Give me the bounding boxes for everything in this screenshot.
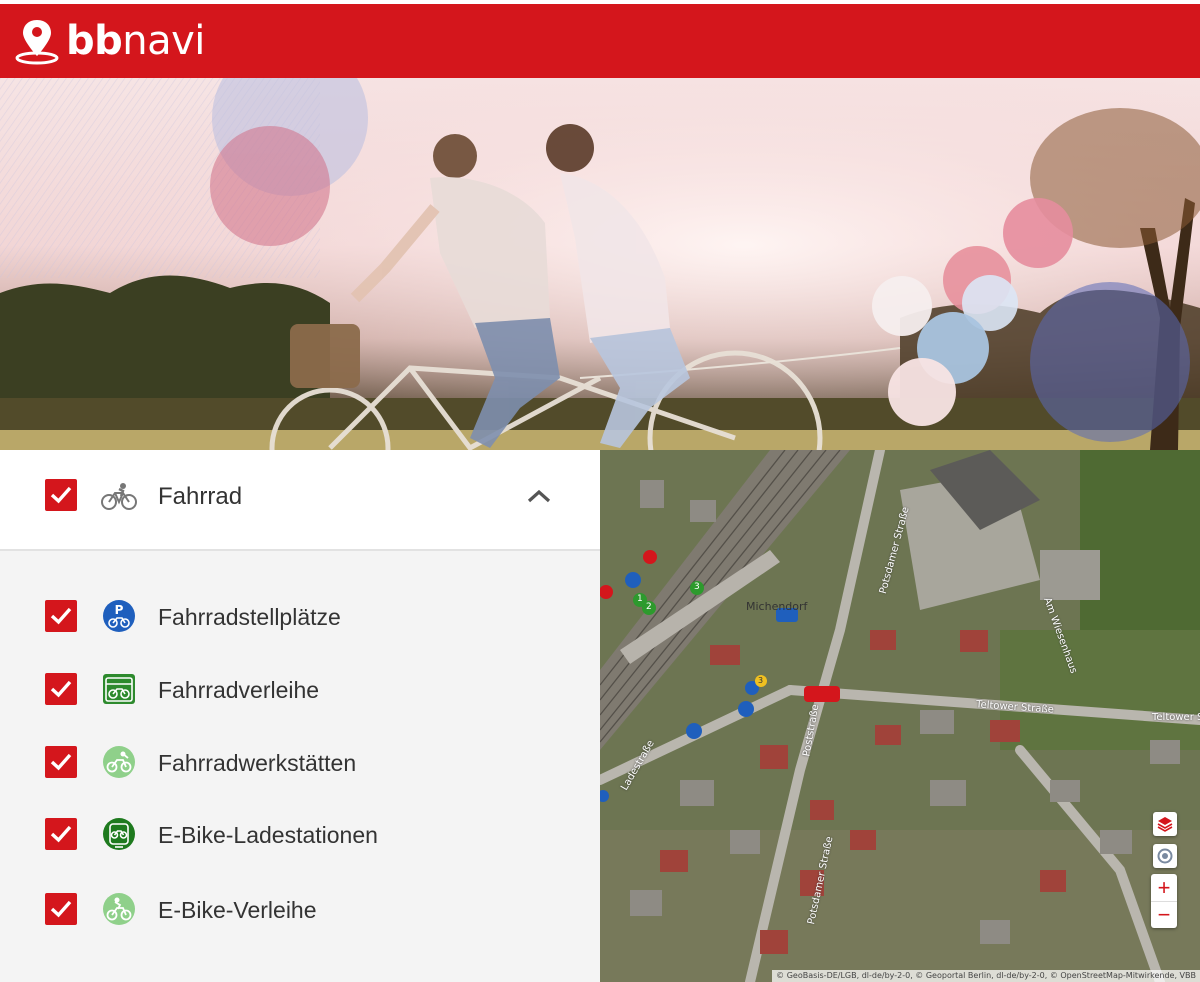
locate-icon bbox=[1157, 848, 1173, 864]
layer-checkbox[interactable] bbox=[45, 893, 77, 925]
brand-bold: bb bbox=[66, 18, 123, 64]
layer-checkbox[interactable] bbox=[45, 746, 77, 778]
zoom-out-button[interactable]: − bbox=[1151, 901, 1177, 928]
layer-label: Fahrradwerkstätten bbox=[158, 750, 357, 776]
map-attribution[interactable]: © GeoBasis-DE/LGB, dl-de/by-2-0, © Geopo… bbox=[772, 970, 1200, 982]
marker-count: 3 bbox=[694, 582, 700, 592]
bicycle-icon bbox=[101, 483, 137, 510]
zoom-in-button[interactable]: + bbox=[1151, 874, 1177, 901]
map-view[interactable]: 1 2 3 3 Michendorf Potsdamer Straße Pots… bbox=[600, 450, 1200, 982]
layer-label: E-Bike-Verleihe bbox=[158, 897, 317, 923]
layer-panel: Fahrrad P Fahrradstellplätze Fahrradverl… bbox=[0, 450, 600, 982]
layer-label: E-Bike-Ladestationen bbox=[158, 822, 378, 848]
svg-text:P: P bbox=[115, 603, 124, 617]
chevron-up-icon[interactable] bbox=[522, 484, 556, 508]
checkmark-icon bbox=[50, 825, 72, 843]
checkmark-icon bbox=[50, 753, 72, 771]
layer-item-fahrradstellplaetze[interactable]: P Fahrradstellplätze bbox=[0, 590, 600, 642]
bike-rental-icon bbox=[103, 674, 135, 704]
ebike-rental-icon bbox=[103, 893, 135, 925]
layer-item-ebike-verleihe[interactable]: E-Bike-Verleihe bbox=[0, 883, 600, 935]
hero-image bbox=[0, 78, 1200, 450]
layer-checkbox[interactable] bbox=[45, 600, 77, 632]
place-label: Michendorf bbox=[746, 600, 808, 613]
marker-count: 3 bbox=[758, 676, 764, 685]
app-header: bbnavi bbox=[0, 4, 1200, 78]
ebike-charging-icon bbox=[103, 818, 135, 850]
layer-checkbox[interactable] bbox=[45, 673, 77, 705]
layers-button[interactable] bbox=[1153, 812, 1177, 836]
layer-checkbox[interactable] bbox=[45, 818, 77, 850]
checkmark-icon bbox=[50, 680, 72, 698]
category-header-fahrrad[interactable]: Fahrrad bbox=[0, 450, 600, 551]
layer-label: Fahrradstellplätze bbox=[158, 604, 341, 630]
layers-icon bbox=[1157, 817, 1173, 832]
hero-illustration bbox=[0, 78, 1200, 450]
checkmark-icon bbox=[50, 486, 72, 504]
zoom-control: + − bbox=[1151, 874, 1177, 928]
brand-regular: navi bbox=[122, 18, 205, 64]
location-pin-icon bbox=[15, 20, 59, 65]
layer-item-ebike-ladestationen[interactable]: E-Bike-Ladestationen bbox=[0, 808, 600, 860]
bike-repair-icon bbox=[103, 746, 135, 778]
bike-parking-icon: P bbox=[103, 600, 135, 632]
marker-count: 2 bbox=[646, 602, 652, 612]
locate-button[interactable] bbox=[1153, 844, 1177, 868]
layer-item-fahrradverleihe[interactable]: Fahrradverleihe bbox=[0, 663, 600, 715]
category-checkbox[interactable] bbox=[45, 479, 77, 511]
checkmark-icon bbox=[50, 607, 72, 625]
checkmark-icon bbox=[50, 900, 72, 918]
layer-item-fahrradwerkstaetten[interactable]: Fahrradwerkstätten bbox=[0, 736, 600, 788]
category-label: Fahrrad bbox=[158, 483, 243, 510]
brand-logo[interactable]: bbnavi bbox=[66, 21, 205, 61]
marker-count: 1 bbox=[637, 594, 643, 604]
street-label: Teltower Straße bbox=[1152, 712, 1200, 723]
layer-label: Fahrradverleihe bbox=[158, 677, 320, 703]
